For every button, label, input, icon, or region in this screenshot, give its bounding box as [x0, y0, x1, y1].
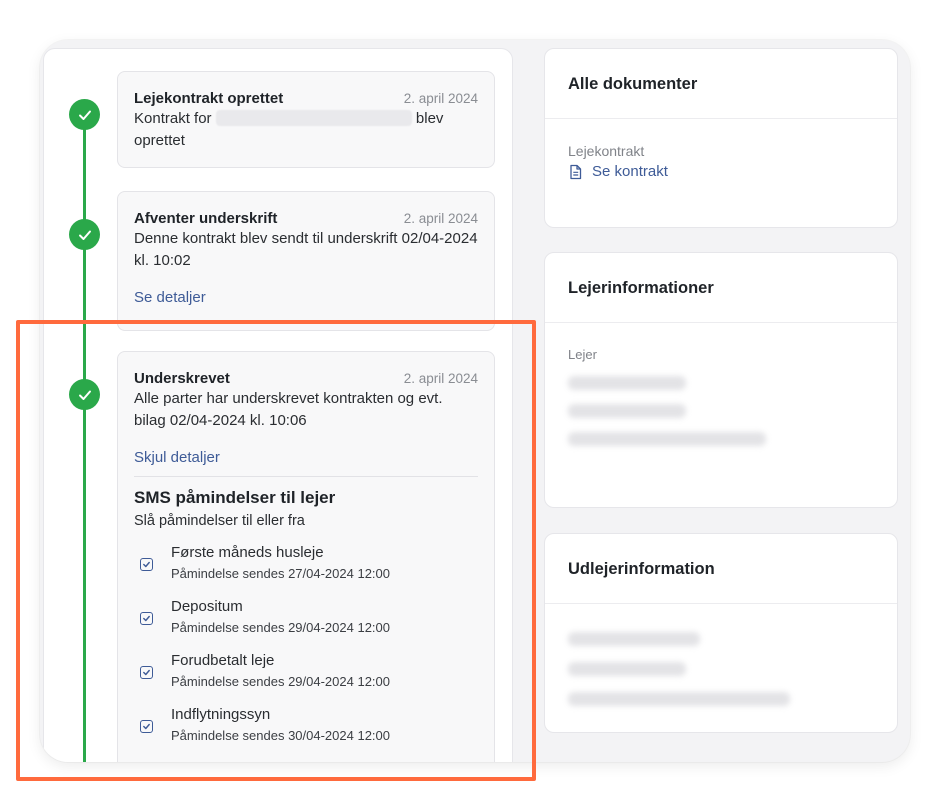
redacted-tenant-name — [568, 376, 686, 390]
reminder-checkbox[interactable] — [140, 666, 153, 679]
event-description-suffix: blev — [415, 110, 444, 127]
event-title: Lejekontrakt oprettet — [134, 90, 284, 107]
contract-page: Lejekontrakt oprettet 2. april 2024 Kont… — [40, 40, 910, 762]
event-date: 2. april 2024 — [403, 211, 478, 226]
check-circle-icon — [69, 99, 100, 130]
redacted-tenant-phone — [568, 404, 686, 418]
redacted-landlord-phone — [568, 662, 686, 676]
reminder-item: Depositum Påmindelse sendes 29/04-2024 1… — [134, 597, 478, 637]
documents-card: Alle dokumenter Lejekontrakt Se kontrakt — [544, 48, 898, 228]
tenant-info-header: Lejerinformationer — [545, 253, 897, 323]
timeline-event-awaiting-signature: Afventer underskrift 2. april 2024 Denne… — [117, 191, 495, 331]
view-contract-label: Se kontrakt — [592, 163, 668, 180]
event-title: Underskrevet — [134, 370, 230, 387]
timeline-event-signed: Underskrevet 2. april 2024 Alle parter h… — [117, 351, 495, 762]
reminder-checkbox[interactable] — [140, 558, 153, 571]
document-label: Lejekontrakt — [568, 143, 645, 159]
documents-title: Alle dokumenter — [568, 75, 698, 93]
document-icon — [570, 164, 582, 179]
redacted-tenant-email — [568, 432, 766, 446]
event-date: 2. april 2024 — [403, 91, 478, 106]
reminder-subtitle: Påmindelse sendes 29/04-2024 12:00 — [171, 674, 390, 689]
reminder-subtitle: Påmindelse sendes 30/04-2024 12:00 — [171, 728, 390, 743]
hide-details-link[interactable]: Skjul detaljer — [134, 449, 220, 466]
landlord-info-header: Udlejerinformation — [545, 534, 897, 604]
timeline-line — [83, 109, 86, 762]
reminder-title: Første måneds husleje — [171, 544, 324, 561]
documents-header: Alle dokumenter — [545, 49, 897, 119]
check-circle-icon — [69, 219, 100, 250]
reminder-item: Indflytningssyn Påmindelse sendes 30/04-… — [134, 705, 478, 745]
reminder-item: Forudbetalt leje Påmindelse sendes 29/04… — [134, 651, 478, 691]
event-description: Alle parter har underskrevet kontrakten … — [134, 390, 443, 429]
tenant-label: Lejer — [568, 347, 597, 362]
reminder-title: Indflytningssyn — [171, 706, 271, 723]
reminder-item: Første måneds husleje Påmindelse sendes … — [134, 543, 478, 583]
see-details-link[interactable]: Se detaljer — [134, 289, 206, 306]
event-description: Kontrakt for blev oprettet — [134, 108, 478, 152]
landlord-info-title: Udlejerinformation — [568, 560, 715, 578]
redacted-landlord-name — [568, 632, 700, 646]
timeline-event-created: Lejekontrakt oprettet 2. april 2024 Kont… — [117, 71, 495, 168]
sms-reminders-title: SMS påmindelser til lejer — [134, 488, 336, 507]
reminder-subtitle: Påmindelse sendes 27/04-2024 12:00 — [171, 566, 390, 581]
reminder-title: Depositum — [171, 598, 243, 615]
event-title: Afventer underskrift — [134, 210, 278, 227]
tenant-info-title: Lejerinformationer — [568, 279, 714, 297]
landlord-info-card: Udlejerinformation — [544, 533, 898, 733]
event-description: Denne kontrakt blev sendt til underskrif… — [134, 230, 478, 269]
event-description-line2: oprettet — [134, 132, 185, 149]
reminder-title: Forudbetalt leje — [171, 652, 275, 669]
redacted-tenant-name — [215, 110, 412, 126]
reminder-checkbox[interactable] — [140, 720, 153, 733]
reminder-subtitle: Påmindelse sendes 29/04-2024 12:00 — [171, 620, 390, 635]
sms-reminders-subtitle: Slå påmindelser til eller fra — [134, 513, 305, 529]
check-circle-icon — [69, 379, 100, 410]
event-date: 2. april 2024 — [403, 371, 478, 386]
divider — [134, 476, 478, 477]
reminder-checkbox[interactable] — [140, 612, 153, 625]
event-description-prefix: Kontrakt for — [134, 110, 212, 127]
redacted-landlord-email — [568, 692, 790, 706]
tenant-info-card: Lejerinformationer Lejer — [544, 252, 898, 508]
view-contract-link[interactable]: Se kontrakt — [568, 163, 874, 180]
timeline-panel: Lejekontrakt oprettet 2. april 2024 Kont… — [43, 48, 513, 762]
